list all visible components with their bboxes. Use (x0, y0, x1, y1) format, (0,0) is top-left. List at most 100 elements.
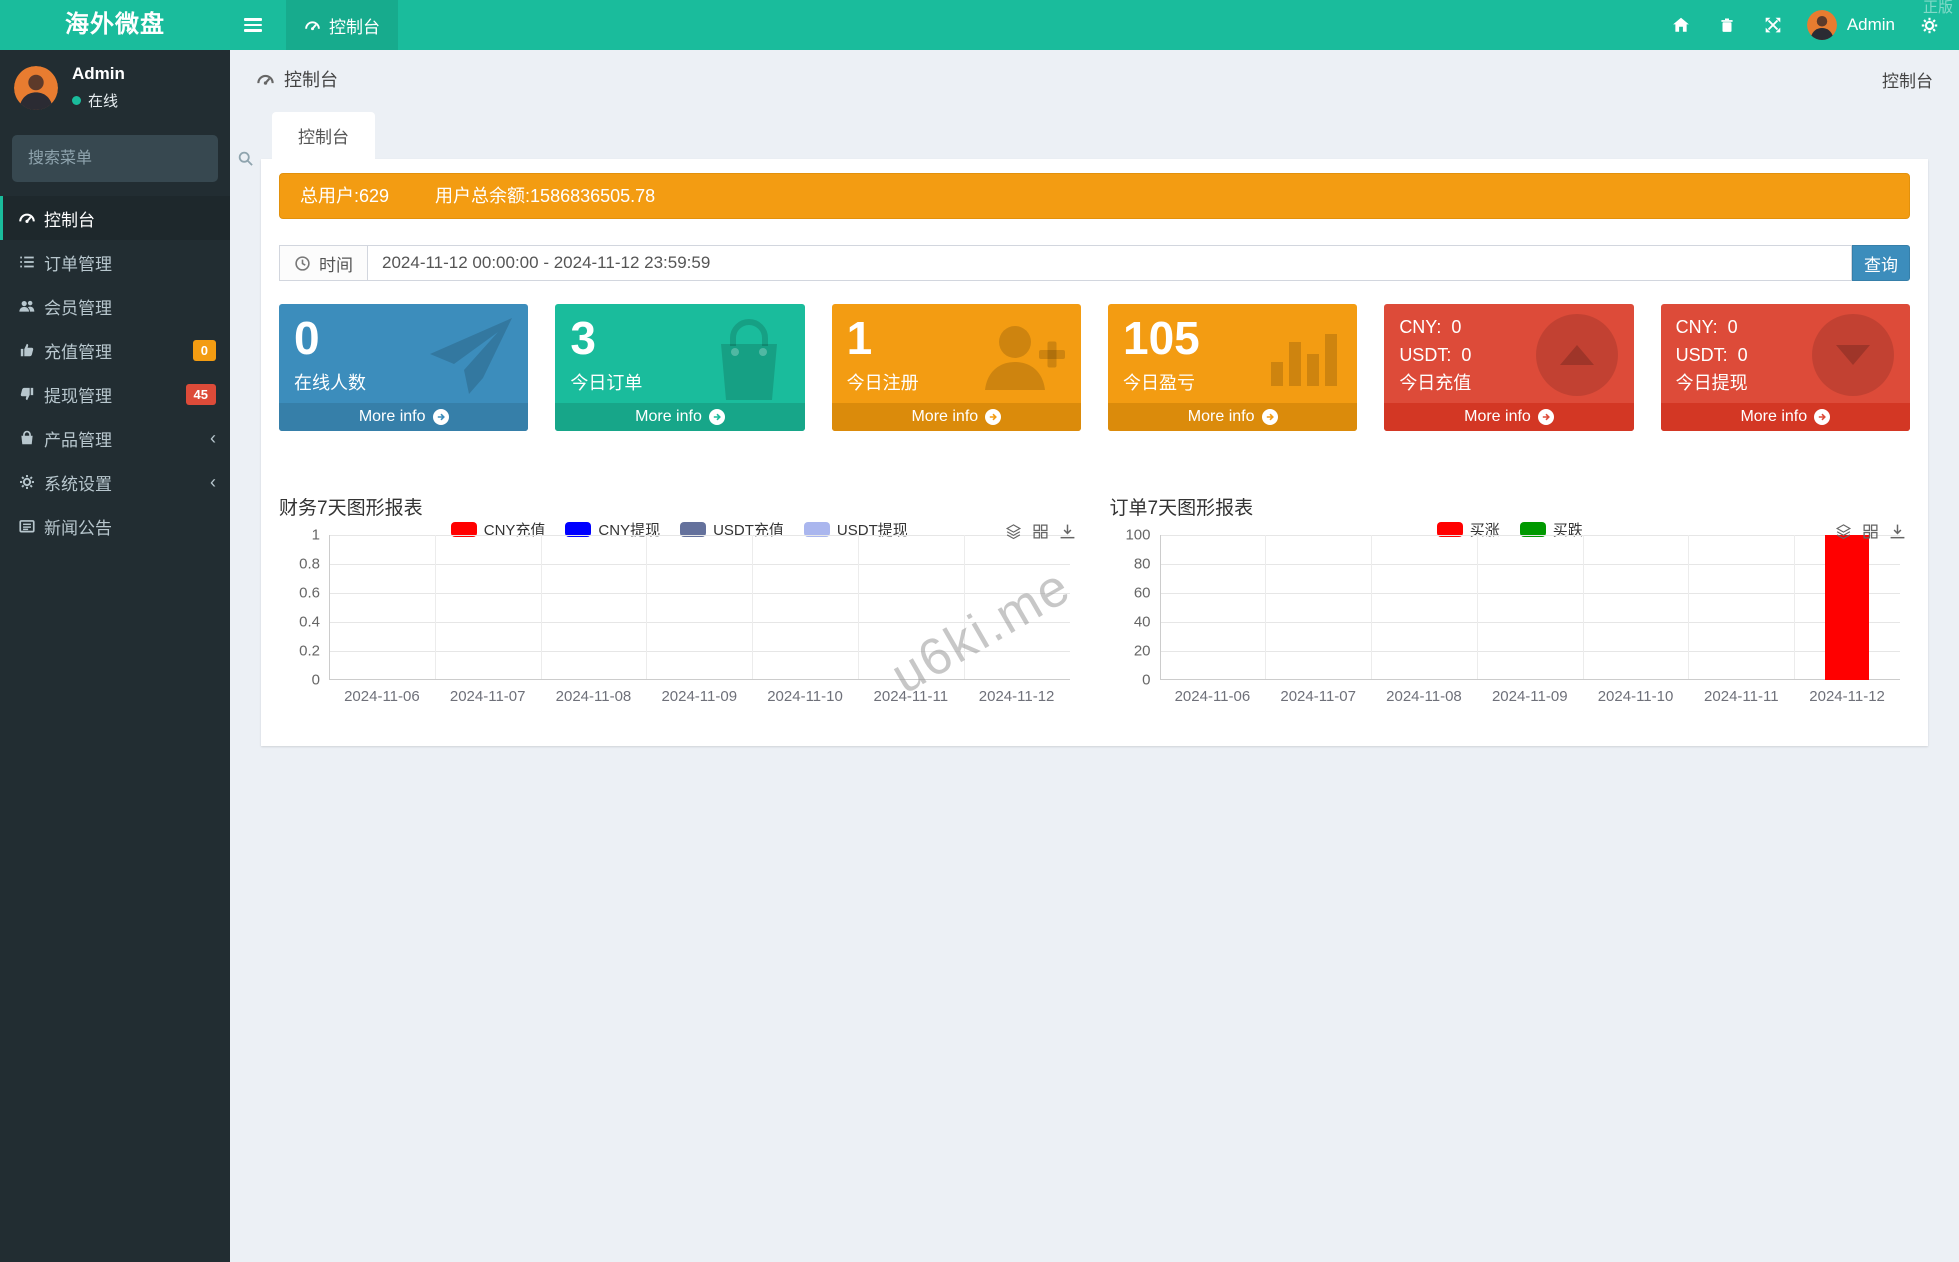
data-view-icon[interactable] (1032, 523, 1049, 540)
sidebar-avatar (14, 66, 58, 110)
users-icon (18, 297, 44, 315)
genuine-watermark-label: 正版 (1923, 0, 1953, 17)
sidebar-item-label: 新闻公告 (44, 514, 216, 539)
list-icon (18, 253, 44, 271)
breadcrumb-label: 控制台 (284, 66, 338, 92)
navbar-tab-dashboard[interactable]: 控制台 (286, 0, 398, 50)
user-avatar (1807, 10, 1837, 40)
user-menu[interactable]: Admin (1799, 10, 1903, 40)
sidebar-item-label: 系统设置 (44, 470, 210, 495)
time-filter: 时间 查询 (279, 245, 1910, 281)
chart-title: 财务7天图形报表 (279, 493, 1080, 520)
sidebar-item-dashboard[interactable]: 控制台 (0, 196, 230, 240)
expand-icon (1764, 16, 1782, 34)
info-box-today-withdraw: CNY:0USDT:0今日提现 More info (1661, 304, 1910, 431)
dashboard-panel: 总用户:629用户总余额:1586836505.78 时间 查询 0 在线人数 … (261, 159, 1928, 746)
stack-icon[interactable] (1005, 523, 1022, 540)
arrow-circle-right-icon (709, 409, 725, 425)
download-icon[interactable] (1059, 523, 1076, 540)
sidebar-item-label: 订单管理 (44, 250, 216, 275)
site-watermark: u6ki.me (881, 556, 1081, 706)
arrow-circle-right-icon (1262, 409, 1278, 425)
info-boxes-row: 0 在线人数 More info 3 今日订单 More info 1 今日注册… (279, 304, 1910, 431)
more-info-link[interactable]: More info (279, 403, 528, 431)
tab-dashboard[interactable]: 控制台 (272, 112, 375, 159)
sidebar-item-label: 产品管理 (44, 426, 210, 451)
chevron-left-icon: ‹ (210, 429, 216, 447)
tachometer-icon (18, 209, 44, 227)
shopping-bag-icon (707, 316, 791, 404)
sidebar-toggle-button[interactable] (230, 0, 276, 50)
chart-plot: 10.80.60.40.202024-11-062024-11-072024-1… (329, 535, 1070, 680)
sidebar-search[interactable] (12, 135, 218, 182)
home-icon (1672, 16, 1690, 34)
search-icon[interactable] (237, 150, 254, 167)
online-status-dot (72, 96, 81, 105)
arrow-circle-right-icon (985, 409, 1001, 425)
more-info-link[interactable]: More info (832, 403, 1081, 431)
chart-bar[interactable] (1825, 535, 1869, 680)
info-box-today-registers: 1 今日注册 More info (832, 304, 1081, 431)
currency-label: USDT: (1399, 345, 1451, 365)
chart-title: 订单7天图形报表 (1110, 493, 1911, 520)
tachometer-icon (256, 70, 275, 89)
breadcrumb: 控制台 (256, 66, 338, 92)
thumbs-up-icon (18, 341, 44, 359)
trash-icon (1719, 17, 1735, 34)
stack-icon[interactable] (1835, 523, 1852, 540)
date-range-input[interactable] (367, 245, 1852, 281)
sidebar-item-settings[interactable]: 系统设置‹ (0, 460, 230, 504)
online-status-label: 在线 (88, 90, 118, 111)
chart-plot: 1008060402002024-11-062024-11-072024-11-… (1160, 535, 1901, 680)
user-plus-icon (977, 316, 1067, 400)
more-info-link[interactable]: More info (1661, 403, 1910, 431)
sidebar-item-products[interactable]: 产品管理‹ (0, 416, 230, 460)
total-users-label: 总用户:629 (300, 186, 389, 206)
sidebar-badge: 0 (193, 340, 216, 361)
more-info-link[interactable]: More info (555, 403, 804, 431)
sidebar-item-withdraw[interactable]: 提现管理45 (0, 372, 230, 416)
gears-icon (18, 473, 44, 491)
home-button[interactable] (1661, 0, 1701, 50)
currency-label: CNY: (1676, 317, 1718, 337)
username-label: Admin (1847, 15, 1895, 35)
fullscreen-button[interactable] (1753, 0, 1793, 50)
download-icon[interactable] (1889, 523, 1906, 540)
shopping-bag-icon (18, 429, 44, 447)
chevron-left-icon: ‹ (210, 473, 216, 491)
gears-icon (1920, 16, 1939, 35)
info-box-today-recharge: CNY:0USDT:0今日充值 More info (1384, 304, 1633, 431)
sidebar-item-orders[interactable]: 订单管理 (0, 240, 230, 284)
sidebar-item-news[interactable]: 新闻公告 (0, 504, 230, 548)
query-button[interactable]: 查询 (1852, 245, 1910, 281)
sidebar-user-panel: Admin 在线 (0, 50, 230, 121)
search-input[interactable] (26, 149, 237, 169)
clear-cache-button[interactable] (1707, 0, 1747, 50)
data-view-icon[interactable] (1862, 523, 1879, 540)
main-content: 控制台 控制台 控制台 总用户:629用户总余额:1586836505.78 时… (230, 50, 1959, 1262)
paper-plane-icon (428, 316, 514, 396)
info-box-today-orders: 3 今日订单 More info (555, 304, 804, 431)
more-info-link[interactable]: More info (1384, 403, 1633, 431)
newspaper-icon (18, 517, 44, 535)
clock-icon (294, 255, 311, 272)
sidebar-item-label: 控制台 (44, 206, 216, 231)
bar-chart-icon (1263, 316, 1343, 392)
currency-value: 0 (1728, 317, 1738, 337)
tachometer-icon (304, 17, 321, 34)
sidebar-username: Admin (72, 64, 125, 84)
currency-value: 0 (1461, 345, 1471, 365)
info-box-today-pnl: 105 今日盈亏 More info (1108, 304, 1357, 431)
currency-value: 0 (1738, 345, 1748, 365)
arrow-circle-right-icon (1814, 409, 1830, 425)
more-info-link[interactable]: More info (1108, 403, 1357, 431)
time-filter-label: 时间 (279, 245, 367, 281)
arrow-circle-right-icon (1538, 409, 1554, 425)
sidebar-item-recharge[interactable]: 充值管理0 (0, 328, 230, 372)
hamburger-icon (244, 15, 262, 35)
sidebar-item-members[interactable]: 会员管理 (0, 284, 230, 328)
sidebar-item-label: 提现管理 (44, 382, 186, 407)
app-logo: 海外微盘 (0, 0, 230, 50)
sidebar: Admin 在线 控制台订单管理会员管理充值管理0提现管理45产品管理‹系统设置… (0, 50, 230, 1262)
navbar-tab-label: 控制台 (329, 13, 380, 38)
